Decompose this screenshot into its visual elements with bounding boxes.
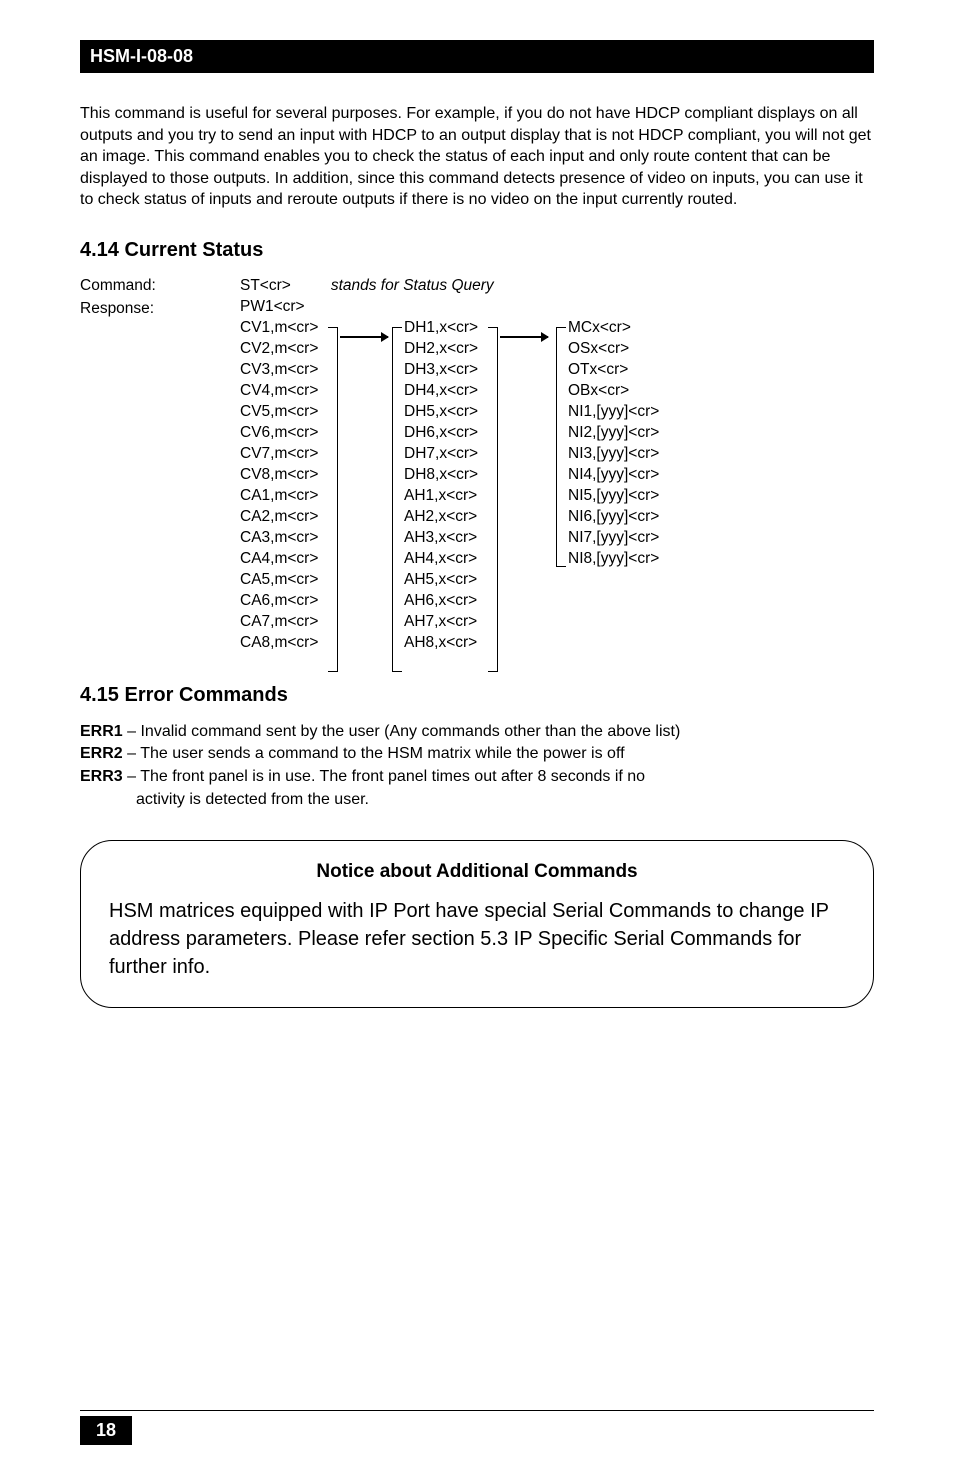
- bracket-icon: [488, 327, 498, 672]
- notice-body: HSM matrices equipped with IP Port have …: [109, 897, 845, 981]
- section-415-title: 4.15 Error Commands: [80, 684, 874, 707]
- pw1-response: PW1<cr>: [240, 297, 659, 318]
- col3-item: NI8,[yyy]<cr>: [568, 549, 659, 570]
- col3-item: NI4,[yyy]<cr>: [568, 465, 659, 486]
- col3-item: OSx<cr>: [568, 339, 659, 360]
- err1-label: ERR1: [80, 723, 123, 740]
- intro-paragraph: This command is useful for several purpo…: [80, 103, 874, 211]
- error-block: ERR1 – Invalid command sent by the user …: [80, 721, 874, 810]
- status-block: Command: Response: ST<cr> stands for Sta…: [80, 276, 874, 654]
- st-command: ST<cr>: [240, 276, 291, 297]
- header-bar: HSM-I-08-08: [80, 40, 874, 73]
- st-description: stands for Status Query: [331, 276, 494, 297]
- col3-item: OTx<cr>: [568, 360, 659, 381]
- page-number: 18: [80, 1416, 132, 1445]
- arrow-icon: [340, 336, 388, 338]
- command-label: Command:: [80, 276, 240, 297]
- err2-label: ERR2: [80, 745, 123, 762]
- err1-text: – Invalid command sent by the user (Any …: [123, 723, 681, 740]
- notice-box: Notice about Additional Commands HSM mat…: [80, 840, 874, 1008]
- col3-item: NI2,[yyy]<cr>: [568, 423, 659, 444]
- err3-cont: activity is detected from the user.: [80, 789, 874, 811]
- col3-item: NI7,[yyy]<cr>: [568, 528, 659, 549]
- col3-item: NI1,[yyy]<cr>: [568, 402, 659, 423]
- bracket-icon: [392, 327, 402, 672]
- col3-item: MCx<cr>: [568, 318, 659, 339]
- bracket-icon: [328, 327, 338, 672]
- col3-item: NI3,[yyy]<cr>: [568, 444, 659, 465]
- arrow-icon: [500, 336, 548, 338]
- bracket-icon: [556, 327, 566, 567]
- page-rule: [80, 1410, 874, 1411]
- col3-item: NI5,[yyy]<cr>: [568, 486, 659, 507]
- notice-title: Notice about Additional Commands: [109, 861, 845, 883]
- section-414-title: 4.14 Current Status: [80, 239, 874, 262]
- response-label: Response:: [80, 299, 240, 320]
- col3-item: OBx<cr>: [568, 381, 659, 402]
- col3-item: NI6,[yyy]<cr>: [568, 507, 659, 528]
- err2-text: – The user sends a command to the HSM ma…: [123, 745, 625, 762]
- err3-label: ERR3: [80, 768, 123, 785]
- err3-text: – The front panel is in use. The front p…: [123, 768, 645, 785]
